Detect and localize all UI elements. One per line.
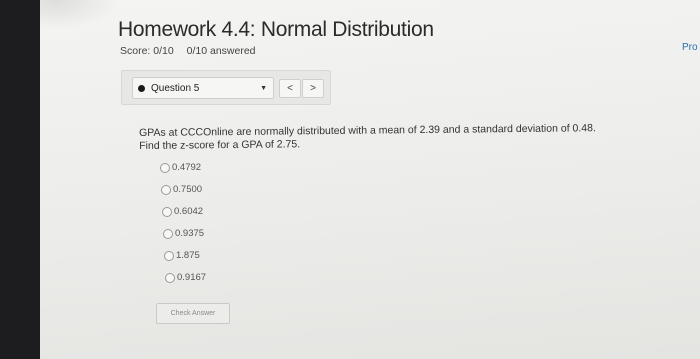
score-summary: Score: 0/10 0/10 answered	[120, 45, 256, 57]
caret-down-icon: ▼	[260, 84, 267, 92]
progress-link[interactable]: Pro	[682, 42, 698, 53]
answer-option-label: 0.6042	[174, 206, 204, 217]
previous-question-button[interactable]: <	[279, 79, 301, 98]
answer-option-3[interactable]: 0.6042	[162, 206, 203, 217]
chevron-right-icon: >	[310, 83, 316, 94]
check-answer-button[interactable]: Check Answer	[156, 303, 230, 324]
radio-button[interactable]	[161, 184, 171, 195]
answer-option-4[interactable]: 0.9375	[163, 228, 204, 239]
answer-option-label: 0.9375	[175, 228, 205, 239]
radio-button[interactable]	[163, 228, 173, 239]
radio-button[interactable]	[164, 250, 174, 261]
next-question-button[interactable]: >	[302, 79, 324, 98]
question-select-label: Question 5	[151, 82, 200, 94]
answer-option-label: 0.4792	[172, 162, 202, 173]
question-text: GPAs at CCCOnline are normally distribut…	[139, 122, 659, 153]
answer-option-5[interactable]: 1.875	[164, 250, 200, 261]
radio-button[interactable]	[160, 162, 170, 173]
homework-page: Homework 4.4: Normal Distribution Pro Sc…	[40, 0, 700, 359]
question-status-dot-icon	[138, 84, 145, 92]
radio-button[interactable]	[162, 206, 172, 217]
answer-option-label: 1.875	[176, 250, 200, 261]
radio-button[interactable]	[165, 272, 175, 283]
answer-option-label: 0.9167	[177, 272, 207, 283]
question-navigation-bar: Question 5 ▼ < >	[121, 70, 331, 105]
question-select[interactable]: Question 5 ▼	[132, 77, 274, 99]
answer-option-6[interactable]: 0.9167	[165, 272, 206, 283]
page-title: Homework 4.4: Normal Distribution	[118, 18, 434, 41]
answer-option-label: 0.7500	[173, 184, 203, 195]
corner-shadow	[40, 0, 120, 30]
answer-option-1[interactable]: 0.4792	[160, 162, 201, 173]
answered-count: 0/10 answered	[186, 45, 256, 57]
score-text: Score: 0/10	[120, 45, 174, 57]
answer-option-2[interactable]: 0.7500	[161, 184, 202, 195]
chevron-left-icon: <	[287, 83, 293, 94]
